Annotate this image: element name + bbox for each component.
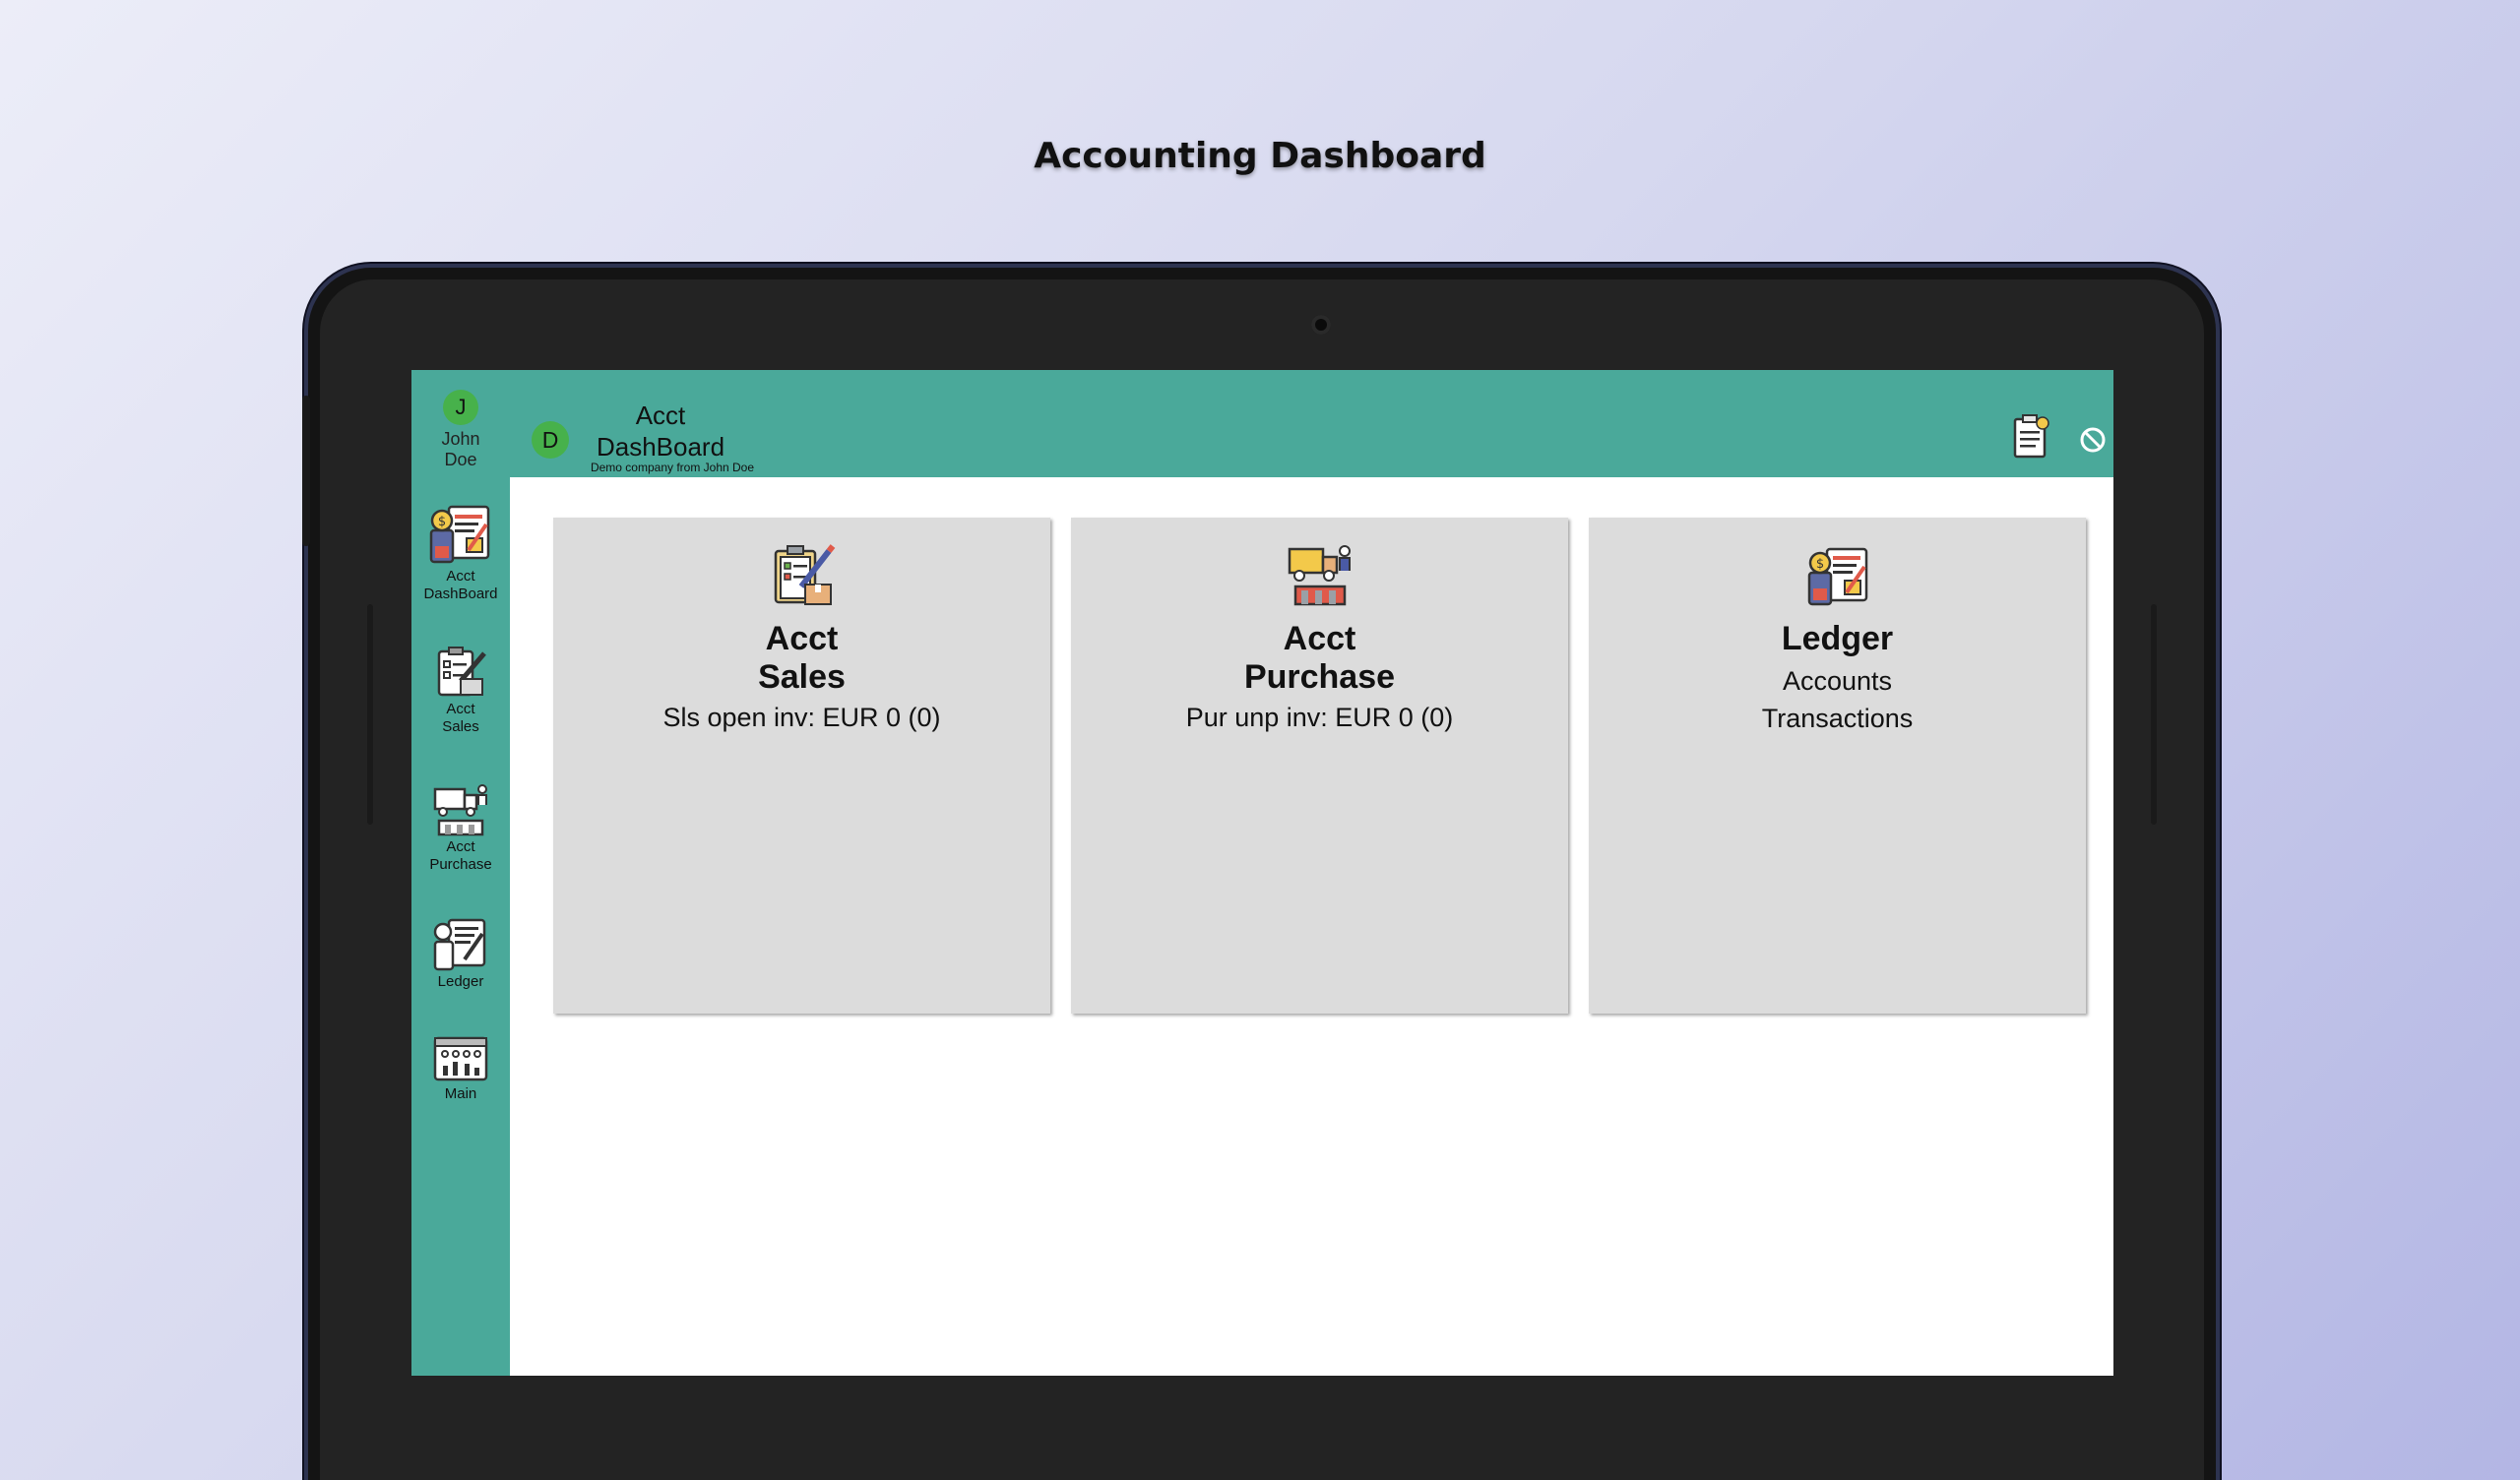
card-detail: Accounts	[1782, 666, 1893, 696]
purchase-truck-icon	[433, 784, 487, 836]
card-title-line: Acct	[1283, 620, 1356, 657]
card-title: Acct Sales	[553, 620, 1050, 697]
card-acct-sales[interactable]: Acct Sales Sls open inv: EUR 0 (0)	[553, 518, 1050, 1014]
ledger-icon	[433, 918, 486, 971]
card-detail: Pur unp inv: EUR 0 (0)	[1185, 703, 1454, 732]
company-avatar[interactable]: D	[532, 421, 569, 459]
camera-icon	[1311, 315, 1331, 335]
purchase-truck-icon	[1288, 545, 1351, 606]
card-title-line: Acct	[765, 620, 839, 657]
user-first-name: John	[441, 429, 480, 449]
svg-text:$: $	[1815, 557, 1823, 572]
card-ledger[interactable]: $ Ledger Accounts Transactions	[1589, 518, 2086, 1014]
notes-button[interactable]	[2011, 413, 2050, 459]
card-acct-purchase[interactable]: Acct Purchase Pur unp inv: EUR 0 (0)	[1071, 518, 1568, 1014]
tablet-speaker-left	[367, 604, 373, 825]
ledger-calculator-icon: $	[1807, 547, 1867, 606]
sidebar-item-acct-purchase[interactable]: Acct Purchase	[411, 783, 510, 874]
user-last-name: Doe	[444, 450, 477, 469]
sales-clipboard-icon	[774, 544, 835, 605]
sidebar-item-label: DashBoard	[423, 586, 498, 602]
block-icon	[2080, 427, 2106, 453]
card-title: Acct Purchase	[1071, 620, 1568, 697]
sales-clipboard-icon	[437, 647, 486, 697]
header-title: Acct DashBoard	[577, 400, 744, 462]
sidebar-item-acct-dashboard[interactable]: $ Acct DashBoard	[411, 503, 510, 603]
user-avatar[interactable]: J	[443, 390, 478, 425]
card-detail: Sls open inv: EUR 0 (0)	[662, 703, 941, 732]
volume-button	[302, 396, 310, 546]
sidebar-item-label: Ledger	[437, 973, 484, 990]
sidebar-item-label: Acct	[446, 701, 475, 717]
header-title-line: Acct	[635, 401, 686, 430]
page-title: Accounting Dashboard	[1034, 136, 1486, 176]
tablet-speaker-right	[2151, 604, 2157, 825]
sidebar: J John Doe $ Acct DashBoard Acct Sales A…	[411, 370, 510, 1376]
sidebar-item-label: Acct	[446, 838, 475, 855]
ledger-calculator-icon: $	[429, 505, 490, 564]
user-name: John Doe	[411, 429, 510, 470]
app-header: D Acct DashBoard Demo company from John …	[510, 370, 2113, 477]
card-title-line: Ledger	[1781, 620, 1894, 657]
sidebar-item-label: Purchase	[429, 856, 492, 873]
sidebar-item-label: Acct	[446, 568, 475, 585]
svg-text:$: $	[438, 515, 446, 529]
company-subtitle: Demo company from John Doe	[590, 461, 755, 474]
card-title: Ledger	[1589, 620, 2086, 658]
card-detail: Transactions	[1761, 704, 1914, 733]
card-title-line: Purchase	[1243, 658, 1396, 696]
sidebar-item-label: Sales	[442, 718, 479, 735]
sidebar-item-label: Main	[444, 1085, 477, 1102]
notes-icon	[2013, 414, 2049, 459]
header-title-line: DashBoard	[596, 432, 725, 462]
sidebar-item-acct-sales[interactable]: Acct Sales	[411, 646, 510, 736]
sidebar-item-ledger[interactable]: Ledger	[411, 916, 510, 991]
app-screen: J John Doe $ Acct DashBoard Acct Sales A…	[411, 370, 2113, 1376]
main-dashboard-icon	[433, 1036, 488, 1081]
sidebar-item-main[interactable]: Main	[411, 1034, 510, 1103]
card-title-line: Sales	[758, 658, 846, 696]
block-button[interactable]	[2078, 425, 2108, 455]
